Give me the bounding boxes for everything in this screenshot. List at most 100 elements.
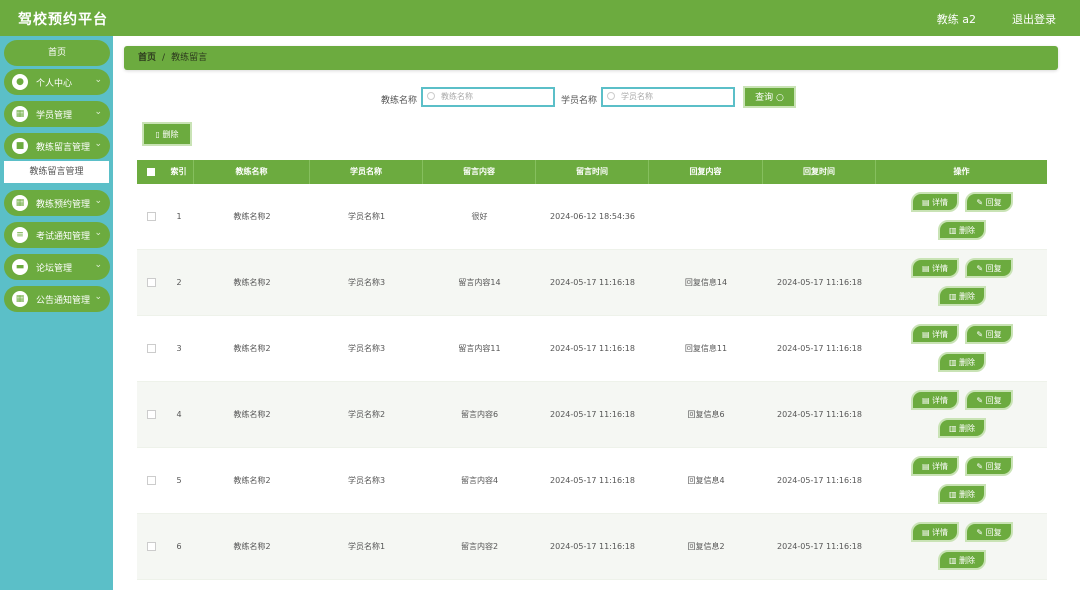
cell-reply: 回复信息6 bbox=[687, 410, 725, 419]
cell-time: 2024-05-17 11:16:18 bbox=[550, 410, 635, 419]
row-checkbox[interactable] bbox=[147, 476, 156, 485]
reply-button[interactable]: ✎ 回复 bbox=[965, 324, 1013, 344]
list-icon: ≡ bbox=[12, 227, 28, 243]
detail-button[interactable]: ▤ 详情 bbox=[911, 390, 959, 410]
cell-student: 学员名称2 bbox=[347, 410, 386, 419]
grid-icon: ▦ bbox=[12, 195, 28, 211]
cell-content: 很好 bbox=[471, 212, 488, 221]
select-all-checkbox[interactable] bbox=[147, 168, 155, 176]
cell-student: 学员名称3 bbox=[347, 344, 386, 353]
coach-name-input[interactable]: 教练名称 bbox=[421, 87, 555, 107]
breadcrumb-home[interactable]: 首页 bbox=[138, 53, 156, 63]
row-checkbox[interactable] bbox=[147, 542, 156, 551]
cell-time: 2024-05-17 11:16:18 bbox=[550, 278, 635, 287]
detail-button[interactable]: ▤ 详情 bbox=[911, 456, 959, 476]
batch-delete-button[interactable]: ▯ 删除 bbox=[142, 122, 192, 146]
sidebar-item-label: 学员管理 bbox=[36, 111, 73, 121]
chevron-down-icon: ⌄ bbox=[94, 228, 102, 238]
delete-button[interactable]: ▥ 删除 bbox=[938, 418, 986, 438]
delete-button[interactable]: ▥ 删除 bbox=[938, 484, 986, 504]
row-checkbox[interactable] bbox=[147, 278, 156, 287]
cell-student: 学员名称3 bbox=[347, 278, 386, 287]
sidebar-item-0[interactable]: ● 个人中心 ⌄ bbox=[4, 69, 110, 95]
cell-time: 2024-05-17 11:16:18 bbox=[550, 344, 635, 353]
sidebar-item-label: 教练预约管理 bbox=[36, 200, 91, 210]
sidebar-item-5[interactable]: ▬ 论坛管理 ⌄ bbox=[4, 254, 110, 280]
search-field-icon bbox=[607, 92, 615, 100]
current-user: 教练 a2 bbox=[936, 13, 976, 26]
reply-button[interactable]: ✎ 回复 bbox=[965, 456, 1013, 476]
logout-link[interactable]: 退出登录 bbox=[1012, 11, 1056, 27]
briefcase-icon: ▬ bbox=[12, 259, 28, 275]
cell-reply: 回复信息2 bbox=[687, 542, 725, 551]
cell-index: 4 bbox=[176, 410, 182, 419]
table-row: 4 教练名称2 学员名称2 留言内容6 2024-05-17 11:16:18 回复信息6… bbox=[137, 382, 1047, 448]
search-field-icon bbox=[427, 92, 435, 100]
sidebar-item-label: 个人中心 bbox=[36, 79, 73, 89]
cell-student: 学员名称1 bbox=[347, 542, 386, 551]
reply-button[interactable]: ✎ 回复 bbox=[965, 390, 1013, 410]
cell-reply-time: 2024-05-17 11:16:18 bbox=[777, 542, 862, 551]
cell-coach: 教练名称2 bbox=[233, 212, 271, 221]
sidebar-item-6[interactable]: ▦ 公告通知管理 ⌄ bbox=[4, 286, 110, 312]
detail-button[interactable]: ▤ 详情 bbox=[911, 324, 959, 344]
header-time: 留言时间 bbox=[536, 160, 649, 184]
detail-button[interactable]: ▤ 详情 bbox=[911, 258, 959, 278]
cell-content: 留言内容4 bbox=[460, 476, 499, 485]
chevron-down-icon: ⌄ bbox=[94, 139, 102, 149]
cell-reply: 回复信息14 bbox=[684, 278, 728, 287]
row-actions: ▤ 详情 ✎ 回复 ▥ 删除 bbox=[909, 388, 1047, 444]
header-coach: 教练名称 bbox=[194, 160, 310, 184]
sidebar-item-label: 论坛管理 bbox=[36, 264, 73, 274]
cell-coach: 教练名称2 bbox=[233, 278, 271, 287]
reply-button[interactable]: ✎ 回复 bbox=[965, 522, 1013, 542]
row-actions: ▤ 详情 ✎ 回复 ▥ 删除 bbox=[909, 322, 1047, 378]
cell-reply-time: 2024-05-17 11:16:18 bbox=[777, 410, 862, 419]
cell-coach: 教练名称2 bbox=[233, 410, 271, 419]
query-button[interactable]: 查询 ○ bbox=[743, 86, 796, 108]
breadcrumb: 首页 / 教练留言 bbox=[124, 46, 1058, 70]
folder-icon: ■ bbox=[12, 138, 28, 154]
chevron-down-icon: ⌄ bbox=[94, 196, 102, 206]
sidebar-item-2[interactable]: ■ 教练留言管理 ⌄ bbox=[4, 133, 110, 159]
cell-time: 2024-05-17 11:16:18 bbox=[550, 476, 635, 485]
table-row: 6 教练名称2 学员名称1 留言内容2 2024-05-17 11:16:18 回复信息2… bbox=[137, 514, 1047, 580]
sidebar-item-4[interactable]: ≡ 考试通知管理 ⌄ bbox=[4, 222, 110, 248]
reply-button[interactable]: ✎ 回复 bbox=[965, 258, 1013, 278]
sidebar: 首页 ● 个人中心 ⌄ ▦ 学员管理 ⌄ ■ 教练留言管理 ⌄ ▦ 教练预约管理 ⌄ ≡ 考试通知管理 ⌄ ▬… bbox=[0, 36, 113, 590]
cell-time: 2024-05-17 11:16:18 bbox=[550, 542, 635, 551]
delete-button[interactable]: ▥ 删除 bbox=[938, 286, 986, 306]
reply-button[interactable]: ✎ 回复 bbox=[965, 192, 1013, 212]
header-content: 留言内容 bbox=[423, 160, 536, 184]
detail-button[interactable]: ▤ 详情 bbox=[911, 192, 959, 212]
sidebar-item-home[interactable]: 首页 bbox=[4, 40, 110, 66]
detail-button[interactable]: ▤ 详情 bbox=[911, 522, 959, 542]
cell-coach: 教练名称2 bbox=[233, 542, 271, 551]
delete-button[interactable]: ▥ 删除 bbox=[938, 352, 986, 372]
header-actions: 操作 bbox=[953, 167, 970, 176]
row-checkbox[interactable] bbox=[147, 344, 156, 353]
sidebar-item-label: 教练留言管理 bbox=[36, 143, 91, 153]
sidebar-item-3[interactable]: ▦ 教练预约管理 ⌄ bbox=[4, 190, 110, 216]
submenu-coach-message[interactable]: 教练留言管理 bbox=[4, 161, 109, 183]
grid-icon: ▦ bbox=[12, 291, 28, 307]
cell-index: 3 bbox=[176, 344, 182, 353]
cell-reply bbox=[649, 184, 763, 250]
row-checkbox[interactable] bbox=[147, 410, 156, 419]
delete-button[interactable]: ▥ 删除 bbox=[938, 550, 986, 570]
cell-reply-time: 2024-05-17 11:16:18 bbox=[777, 278, 862, 287]
cell-student: 学员名称1 bbox=[347, 212, 386, 221]
student-name-label: 学员名称 bbox=[561, 96, 598, 106]
cell-index: 2 bbox=[176, 278, 182, 287]
student-name-input[interactable]: 学员名称 bbox=[601, 87, 735, 107]
cell-coach: 教练名称2 bbox=[233, 344, 271, 353]
table-row: 3 教练名称2 学员名称3 留言内容11 2024-05-17 11:16:18 回复信息… bbox=[137, 316, 1047, 382]
delete-button[interactable]: ▥ 删除 bbox=[938, 220, 986, 240]
cell-content: 留言内容14 bbox=[458, 278, 501, 287]
cell-reply-time: 2024-05-17 11:16:18 bbox=[777, 476, 862, 485]
row-actions: ▤ 详情 ✎ 回复 ▥ 删除 bbox=[909, 256, 1047, 312]
cell-content: 留言内容6 bbox=[460, 410, 499, 419]
sidebar-item-1[interactable]: ▦ 学员管理 ⌄ bbox=[4, 101, 110, 127]
chevron-down-icon: ⌄ bbox=[94, 107, 102, 117]
row-checkbox[interactable] bbox=[147, 212, 156, 221]
